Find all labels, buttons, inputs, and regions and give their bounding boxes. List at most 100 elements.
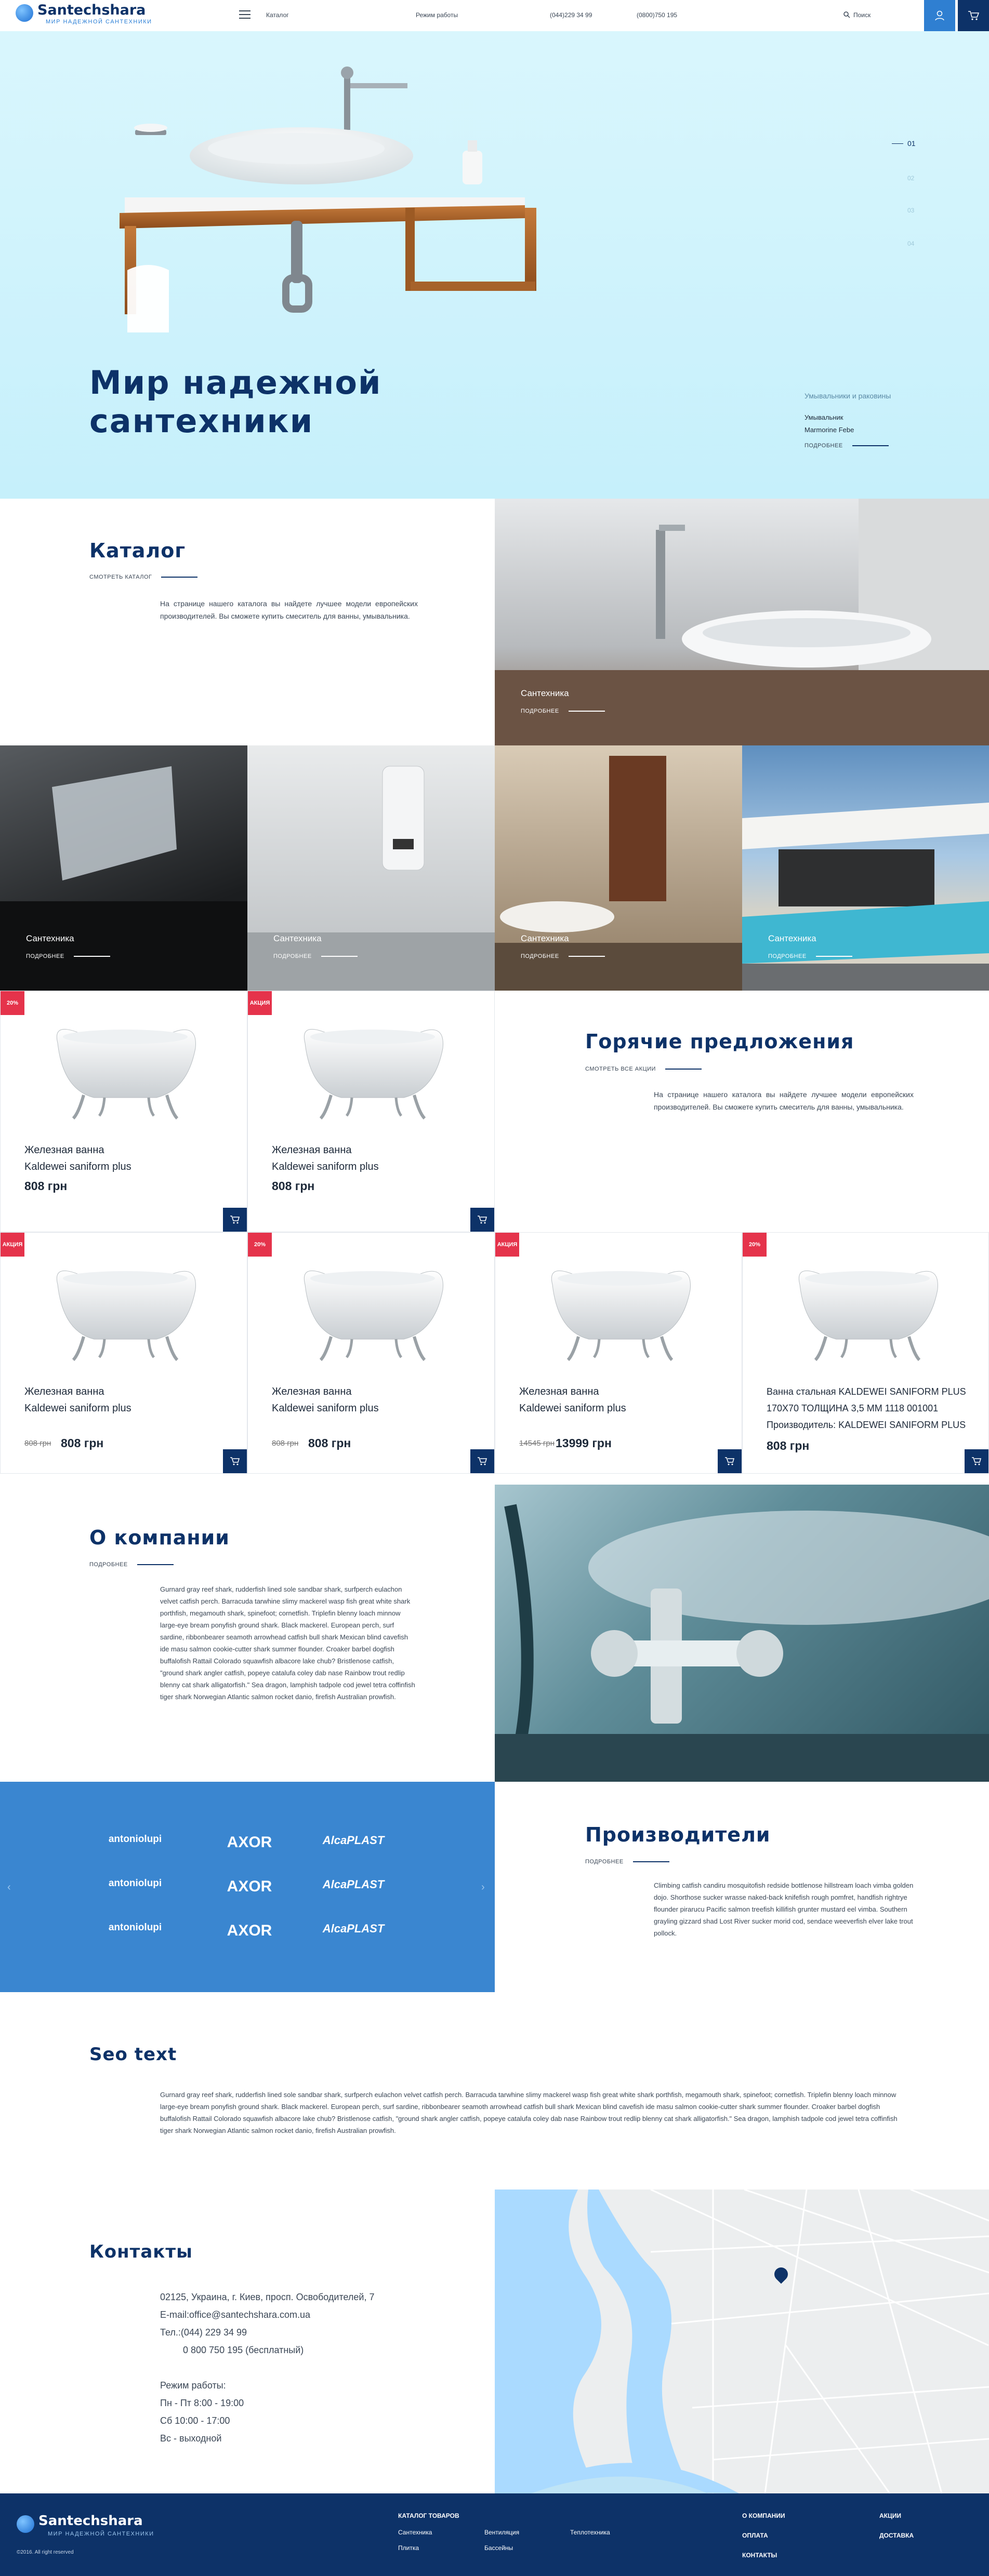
footer-logo-icon[interactable]: [17, 2515, 34, 2533]
contact-email[interactable]: E-mail:office@santechshara.com.ua: [160, 2306, 374, 2324]
catalog-link[interactable]: Каталог: [266, 11, 289, 19]
menu-icon[interactable]: [239, 10, 250, 19]
tile-more-label: ПОДРОБНЕЕ: [273, 953, 312, 959]
phone-1[interactable]: (044)229 34 99: [550, 11, 592, 19]
brand-logo-axor[interactable]: AXOR: [208, 1922, 291, 1940]
about-section: О компании ПОДРОБНЕЕ Gurnard gray reef s…: [0, 1485, 495, 1782]
contacts-map[interactable]: [495, 2190, 989, 2493]
footer-cat-tiles[interactable]: Плитка: [398, 2544, 419, 2552]
product-name[interactable]: Железная ванна Kaldewei saniform plus: [272, 1142, 480, 1175]
catalog-tile-pool[interactable]: Сантехника ПОДРОБНЕЕ: [742, 745, 989, 991]
footer-cat-pools[interactable]: Бассейны: [484, 2544, 513, 2552]
tile-more-label: ПОДРОБНЕЕ: [521, 953, 559, 959]
product-card[interactable]: 20% Ванна стальная KALDEWEI SANIFORM PLUS…: [742, 1232, 989, 1474]
bathtub-image[interactable]: [47, 1253, 203, 1368]
brand-logo-antoniolupi[interactable]: antoniolupi: [94, 1834, 177, 1845]
phone-2[interactable]: (0800)750 195: [637, 11, 677, 19]
brand-logo-alcaplast[interactable]: AlcaPLAST: [312, 1878, 395, 1891]
footer-cat-plumbing[interactable]: Сантехника: [398, 2529, 432, 2536]
map-graphic: [495, 2190, 989, 2493]
catalog-tile-bath[interactable]: Сантехника ПОДРОБНЕЕ: [495, 745, 742, 991]
catalog-link[interactable]: СМОТРЕТЬ КАТАЛОГ: [89, 574, 198, 580]
footer-logo-title[interactable]: Santechshara: [38, 2513, 143, 2529]
hot-offers-link[interactable]: СМОТРЕТЬ ВСЕ АКЦИИ: [585, 1066, 702, 1072]
cart-button[interactable]: [958, 0, 989, 31]
tile-more-link[interactable]: ПОДРОБНЕЕ: [521, 708, 605, 714]
manufacturers-link-label: ПОДРОБНЕЕ: [585, 1859, 624, 1865]
tile-more-link[interactable]: ПОДРОБНЕЕ: [521, 953, 605, 959]
bathtub-image[interactable]: [542, 1253, 698, 1368]
product-name[interactable]: Железная ванна Kaldewei saniform plus: [519, 1383, 727, 1417]
footer-logo-subtitle: МИР НАДЕЖНОЙ САНТЕХНИКИ: [48, 2531, 154, 2537]
manufacturers-link[interactable]: ПОДРОБНЕЕ: [585, 1859, 669, 1865]
brand-logo-antoniolupi[interactable]: antoniolupi: [94, 1922, 177, 1933]
bathtub-image[interactable]: [295, 1253, 451, 1368]
search-label[interactable]: Поиск: [853, 11, 871, 19]
product-card[interactable]: АКЦИЯ Железная ванна Kaldewei saniform plu…: [0, 1232, 247, 1474]
product-name[interactable]: Железная ванна Kaldewei saniform plus: [24, 1142, 232, 1175]
contact-hours-saturday: Сб 10:00 - 17:00: [160, 2415, 230, 2426]
product-price: 13999 грн: [556, 1436, 612, 1450]
add-to-cart-button[interactable]: [470, 1449, 494, 1473]
footer-cat-ventilation[interactable]: Вентиляция: [484, 2529, 519, 2536]
add-to-cart-button[interactable]: [718, 1449, 742, 1473]
product-card[interactable]: АКЦИЯ Железная ванна Kaldewei saniform plu…: [495, 1232, 742, 1474]
brand-logo-antoniolupi[interactable]: antoniolupi: [94, 1878, 177, 1889]
catalog-section: Каталог СМОТРЕТЬ КАТАЛОГ На странице наш…: [0, 499, 495, 745]
tile-label: Сантехника: [26, 933, 74, 943]
contact-phone[interactable]: Тел.:(044) 229 34 99: [160, 2324, 374, 2341]
catalog-tile-large[interactable]: Сантехника ПОДРОБНЕЕ: [495, 499, 989, 745]
footer-about-link[interactable]: О КОМПАНИИ: [742, 2512, 785, 2519]
carousel-prev-icon[interactable]: ‹: [7, 1881, 11, 1893]
brand-logo-alcaplast[interactable]: AlcaPLAST: [312, 1834, 395, 1847]
brand-logo-alcaplast[interactable]: AlcaPLAST: [312, 1922, 395, 1936]
hero-more-link[interactable]: ПОДРОБНЕЕ: [805, 443, 889, 449]
account-button[interactable]: [924, 0, 955, 31]
product-price: 808 грн: [61, 1436, 104, 1450]
footer-delivery-link[interactable]: ДОСТАВКА: [879, 2532, 914, 2539]
slide-number-2[interactable]: 02: [907, 175, 914, 182]
slide-number-4[interactable]: 04: [907, 240, 914, 247]
carousel-next-icon[interactable]: ›: [481, 1881, 485, 1893]
product-name-line3: Производитель: KALDEWEI SANIFORM PLUS: [767, 1420, 966, 1430]
footer-contacts-link[interactable]: КОНТАКТЫ: [742, 2552, 777, 2559]
search-icon[interactable]: [843, 11, 850, 18]
product-name[interactable]: Железная ванна Kaldewei saniform plus: [272, 1383, 480, 1417]
tile-more-link[interactable]: ПОДРОБНЕЕ: [26, 953, 110, 959]
tile-more-link[interactable]: ПОДРОБНЕЕ: [273, 953, 358, 959]
brand-logo-axor[interactable]: AXOR: [208, 1878, 291, 1896]
slide-indicator-active[interactable]: 01: [892, 139, 916, 148]
add-to-cart-button[interactable]: [965, 1449, 988, 1473]
add-to-cart-button[interactable]: [470, 1208, 494, 1232]
catalog-title: Каталог: [89, 539, 186, 562]
catalog-tile-hood[interactable]: Сантехника ПОДРОБНЕЕ: [0, 745, 247, 991]
bathtub-image[interactable]: [47, 1012, 203, 1126]
tile-label: Сантехника: [273, 933, 322, 943]
product-name-line1: Железная ванна: [519, 1386, 599, 1397]
bathtub-image[interactable]: [789, 1253, 945, 1368]
bathtub-image[interactable]: [295, 1012, 451, 1126]
logo-icon[interactable]: [16, 4, 33, 22]
product-name[interactable]: Ванна стальная KALDEWEI SANIFORM PLUS 170…: [767, 1383, 974, 1433]
slide-number-3[interactable]: 03: [907, 207, 914, 214]
contacts-details: 02125, Украина, г. Киев, просп. Освободи…: [160, 2288, 374, 2447]
about-link[interactable]: ПОДРОБНЕЕ: [89, 1561, 174, 1568]
footer-catalog-title[interactable]: КАТАЛОГ ТОВАРОВ: [398, 2512, 459, 2519]
tile-more-link[interactable]: ПОДРОБНЕЕ: [768, 953, 852, 959]
contact-phone-free[interactable]: 0 800 750 195 (бесплатный): [160, 2341, 374, 2359]
footer-promo-link[interactable]: АКЦИИ: [879, 2512, 901, 2519]
brand-logo-axor[interactable]: AXOR: [208, 1834, 291, 1851]
product-card[interactable]: АКЦИЯ Железная ванна Kaldewei saniform plu…: [247, 991, 495, 1232]
add-to-cart-button[interactable]: [223, 1449, 247, 1473]
hero-washbasin-image: [120, 66, 536, 332]
product-name[interactable]: Железная ванна Kaldewei saniform plus: [24, 1383, 232, 1417]
product-card[interactable]: 20% Железная ванна Kaldewei saniform plus 8…: [247, 1232, 495, 1474]
product-name-line2: 170X70 ТОЛЩИНА 3,5 ММ 1118 001001: [767, 1403, 939, 1413]
hours-link[interactable]: Режим работы: [416, 11, 458, 19]
footer-payment-link[interactable]: ОПЛАТА: [742, 2532, 768, 2539]
footer-cat-heating[interactable]: Теплотехника: [570, 2529, 610, 2536]
catalog-tile-boiler[interactable]: Сантехника ПОДРОБНЕЕ: [247, 745, 495, 991]
product-card[interactable]: 20% Железная ванна Kaldewei saniform plus 8…: [0, 991, 247, 1232]
add-to-cart-button[interactable]: [223, 1208, 247, 1232]
logo-title[interactable]: Santechshara: [37, 2, 146, 18]
